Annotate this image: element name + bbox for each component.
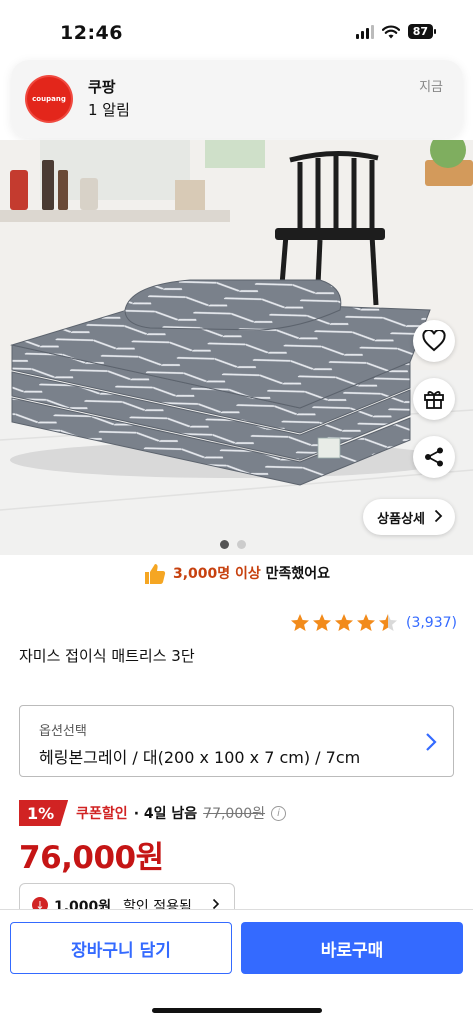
option-selector[interactable]: 옵션선택 헤링본그레이 / 대(200 x 100 x 7 cm) / 7cm: [19, 705, 454, 777]
carousel-pager: [220, 540, 246, 549]
heart-icon: [422, 330, 446, 352]
battery-indicator: 87: [407, 24, 437, 39]
review-count[interactable]: (3,937): [406, 615, 457, 631]
satisfaction-count: 3,000명 이상: [172, 566, 261, 582]
rating-summary[interactable]: (3,937): [290, 613, 457, 633]
thumbs-up-icon: [144, 564, 166, 584]
chevron-right-icon: [434, 509, 443, 523]
add-to-cart-button[interactable]: 장바구니 담기: [10, 922, 232, 974]
satisfaction-text: 만족했어요: [260, 566, 331, 582]
discount-row: 1% 쿠폰할인 · 4일 남음 77,000원 i: [19, 800, 287, 826]
original-price: 77,000원: [203, 806, 266, 822]
notification-body: 1 알림: [88, 101, 130, 119]
info-icon[interactable]: i: [271, 805, 287, 821]
satisfaction-banner: 3,000명 이상 만족했어요: [0, 562, 473, 586]
option-value: 헤링본그레이 / 대(200 x 100 x 7 cm) / 7cm: [39, 748, 361, 767]
chevron-right-icon: [426, 733, 437, 751]
coupon-deadline: · 4일 남음: [133, 806, 198, 822]
discount-percent-badge: 1%: [19, 800, 69, 826]
coupon-discount-label: 쿠폰할인: [76, 806, 128, 822]
gift-button[interactable]: [413, 378, 455, 420]
buy-now-button[interactable]: 바로구매: [241, 922, 463, 974]
gift-icon: [424, 391, 444, 409]
status-time: 12:46: [60, 22, 123, 44]
status-indicators: 87: [355, 24, 437, 39]
notification-title: 쿠팡: [88, 78, 116, 96]
product-photo: [0, 140, 473, 555]
notification-time: 지금: [419, 80, 443, 95]
cellular-signal-icon: [355, 24, 374, 39]
product-detail-label: 상품상세: [377, 511, 425, 527]
product-detail-button[interactable]: 상품상세: [363, 499, 455, 535]
product-title: 자미스 접이식 매트리스 3단: [19, 647, 195, 665]
coupang-app-logo: coupang: [27, 77, 71, 121]
pager-dot[interactable]: [237, 540, 246, 549]
bottom-action-bar: 장바구니 담기 바로구매: [0, 909, 473, 1024]
home-indicator[interactable]: [152, 1008, 322, 1013]
pager-dot-active[interactable]: [220, 540, 229, 549]
wifi-icon: [381, 25, 400, 38]
product-image-carousel[interactable]: 상품상세: [0, 140, 473, 555]
star-rating-icon: [290, 614, 397, 631]
share-icon: [425, 447, 443, 467]
option-label: 옵션선택: [39, 724, 87, 739]
status-bar: 12:46 87: [0, 0, 473, 60]
notification-banner[interactable]: coupang 쿠팡 1 알림 지금: [11, 60, 463, 138]
share-button[interactable]: [413, 436, 455, 478]
sale-price: 76,000원: [19, 840, 164, 876]
wishlist-button[interactable]: [413, 320, 455, 362]
